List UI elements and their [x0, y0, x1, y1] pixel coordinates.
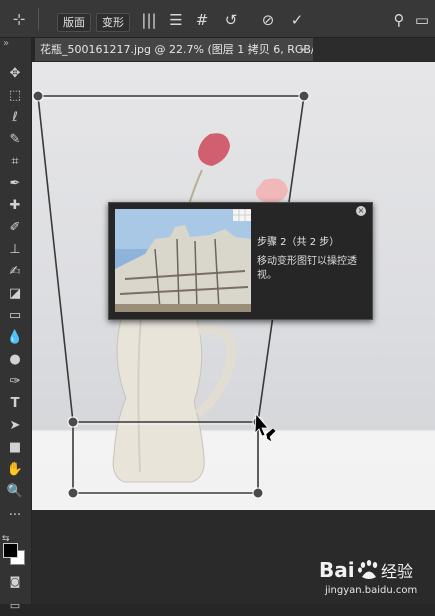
hand-tool-icon[interactable]: ✋ [4, 460, 26, 480]
brush-tool-icon[interactable]: ✐ [4, 218, 26, 238]
workspace-icon[interactable]: ▭ [413, 11, 431, 29]
close-icon[interactable]: × [299, 38, 308, 61]
red-flower [198, 133, 230, 166]
more-tools-icon[interactable]: ··· [4, 506, 26, 526]
marquee-tool-icon[interactable]: ⬚ [4, 86, 26, 106]
svg-text:Bai: Bai [319, 558, 355, 582]
shape-tool-icon[interactable]: ■ [4, 438, 26, 458]
document-tab[interactable]: 花瓶_500161217.jpg @ 22.7% (图层 1 拷贝 6, RGB… [35, 38, 313, 61]
vase-image [112, 293, 205, 483]
type-tool-icon[interactable]: T [4, 394, 26, 414]
baidu-logo: Bai 经验 [319, 558, 413, 582]
quick-select-tool-icon[interactable]: ✎ [4, 130, 26, 150]
dodge-tool-icon[interactable]: ● [4, 350, 26, 370]
svg-text:经验: 经验 [381, 562, 413, 581]
horizontal-guides-icon[interactable]: ☰ [167, 11, 185, 29]
watermark-site: jingyan.baidu.com [325, 585, 418, 596]
eyedropper-tool-icon[interactable]: ✒ [4, 174, 26, 194]
tooltip-step: 步骤 2（共 2 步） [257, 237, 340, 248]
transform-tool-icon[interactable]: ⊹ [8, 9, 30, 29]
document-tab-title: 花瓶_500161217.jpg @ 22.7% (图层 1 拷贝 6, RGB… [40, 43, 313, 56]
gradient-tool-icon[interactable]: ▭ [4, 306, 26, 326]
commit-icon[interactable]: ✓ [288, 11, 306, 29]
blur-tool-icon[interactable]: 💧 [4, 328, 26, 348]
pink-flower [255, 178, 288, 204]
vertical-guides-icon[interactable]: ||| [140, 11, 158, 29]
grid-icon[interactable]: # [193, 11, 211, 29]
history-brush-tool-icon[interactable]: ✍ [4, 262, 26, 282]
divider [38, 8, 39, 30]
close-icon[interactable]: × [356, 206, 366, 216]
mode-layout-button[interactable]: 版面 [57, 13, 91, 32]
options-bar: ⊹ 版面 变形 ||| ☰ # ↺ ⊘ ✓ ⚲ ▭ [0, 0, 435, 38]
healing-tool-icon[interactable]: ✚ [4, 196, 26, 216]
screen-mode-icon[interactable]: ▭ [4, 596, 26, 616]
collapse-icon[interactable]: » [3, 38, 9, 49]
vase-handle [195, 324, 236, 418]
mode-warp-button[interactable]: 变形 [96, 13, 130, 32]
search-icon[interactable]: ⚲ [390, 11, 408, 29]
tutorial-tooltip: 步骤 2（共 2 步） 移动变形图钉以操控透视。 × [108, 202, 373, 320]
path-select-tool-icon[interactable]: ➤ [4, 416, 26, 436]
cancel-icon[interactable]: ⊘ [259, 11, 277, 29]
lasso-tool-icon[interactable]: ℓ [4, 108, 26, 128]
undo-icon[interactable]: ↺ [222, 11, 240, 29]
tooltip-description: 移动变形图钉以操控透视。 [257, 256, 357, 281]
foreground-color-swatch[interactable] [3, 543, 18, 558]
quick-mask-icon[interactable]: ◙ [4, 572, 26, 592]
cathedral-thumbnail [115, 209, 251, 312]
zoom-tool-icon[interactable]: 🔍 [4, 482, 26, 502]
pen-tool-icon[interactable]: ✑ [4, 372, 26, 392]
eraser-tool-icon[interactable]: ◪ [4, 284, 26, 304]
baidu-watermark: Bai 经验 jingyan.baidu.com [315, 553, 435, 603]
tools-panel: » ✥ ⬚ ℓ ✎ ⌗ ✒ ✚ ✐ ⊥ ✍ ◪ ▭ 💧 ● ✑ T ➤ ■ ✋ … [0, 38, 32, 612]
crop-tool-icon[interactable]: ⌗ [4, 152, 26, 172]
move-tool-icon[interactable]: ✥ [4, 64, 26, 84]
stamp-tool-icon[interactable]: ⊥ [4, 240, 26, 260]
